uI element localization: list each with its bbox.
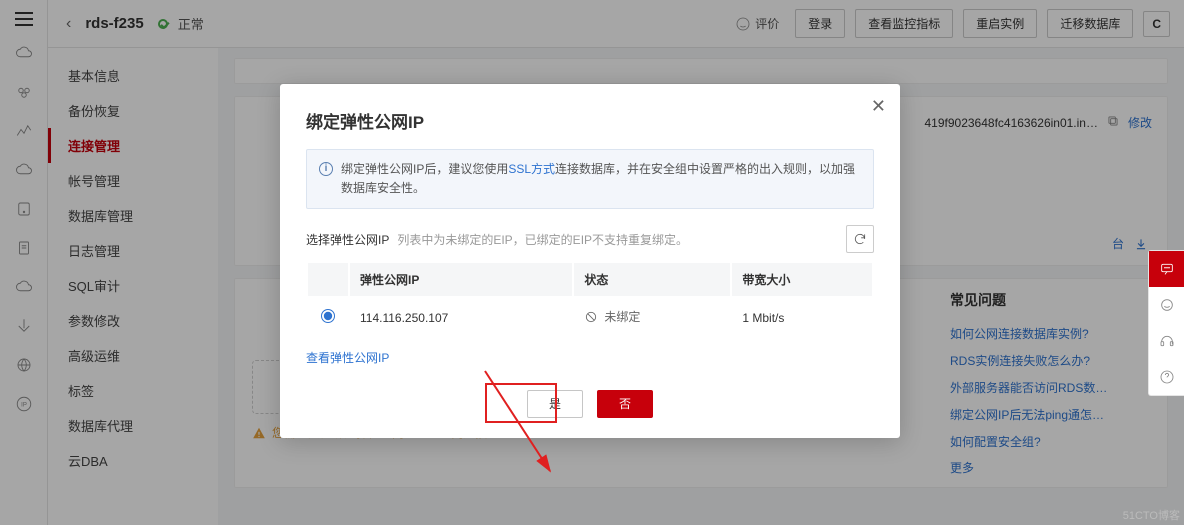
select-eip-hint: 列表中为未绑定的EIP，已绑定的EIP不支持重复绑定。	[397, 231, 688, 248]
eip-table: 弹性公网IP 状态 带宽大小 114.116.250.107 未绑定 1 Mbi	[306, 261, 874, 339]
info-icon: i	[319, 162, 333, 176]
help-dock	[1148, 250, 1184, 396]
modal-title: 绑定弹性公网IP	[306, 108, 874, 133]
eip-bw: 1 Mbit/s	[732, 298, 872, 337]
col-bw: 带宽大小	[732, 263, 872, 296]
info-box: i 绑定弹性公网IP后，建议您使用SSL方式连接数据库，并在安全组中设置严格的出…	[306, 149, 874, 209]
eip-radio[interactable]	[321, 309, 335, 323]
dock-headset-icon[interactable]	[1149, 323, 1184, 359]
eip-ip: 114.116.250.107	[350, 298, 572, 337]
dock-help-icon[interactable]	[1149, 359, 1184, 395]
confirm-button[interactable]: 是	[527, 390, 583, 418]
dock-chat-icon[interactable]	[1149, 251, 1184, 287]
col-status: 状态	[574, 263, 730, 296]
table-row[interactable]: 114.116.250.107 未绑定 1 Mbit/s	[308, 298, 872, 337]
cancel-button[interactable]: 否	[597, 390, 653, 418]
unbound-icon	[584, 310, 598, 324]
refresh-eip-button[interactable]	[846, 225, 874, 253]
select-eip-label: 选择弹性公网IP	[306, 231, 389, 248]
dock-smile-icon[interactable]	[1149, 287, 1184, 323]
view-eip-link[interactable]: 查看弹性公网IP	[306, 349, 389, 366]
bind-eip-modal: ✕ 绑定弹性公网IP i 绑定弹性公网IP后，建议您使用SSL方式连接数据库，并…	[280, 84, 900, 438]
close-icon[interactable]: ✕	[871, 96, 886, 117]
eip-status: 未绑定	[604, 308, 640, 325]
ssl-link[interactable]: SSL方式	[508, 162, 555, 176]
watermark: 51CTO博客	[1123, 507, 1180, 523]
col-ip: 弹性公网IP	[350, 263, 572, 296]
